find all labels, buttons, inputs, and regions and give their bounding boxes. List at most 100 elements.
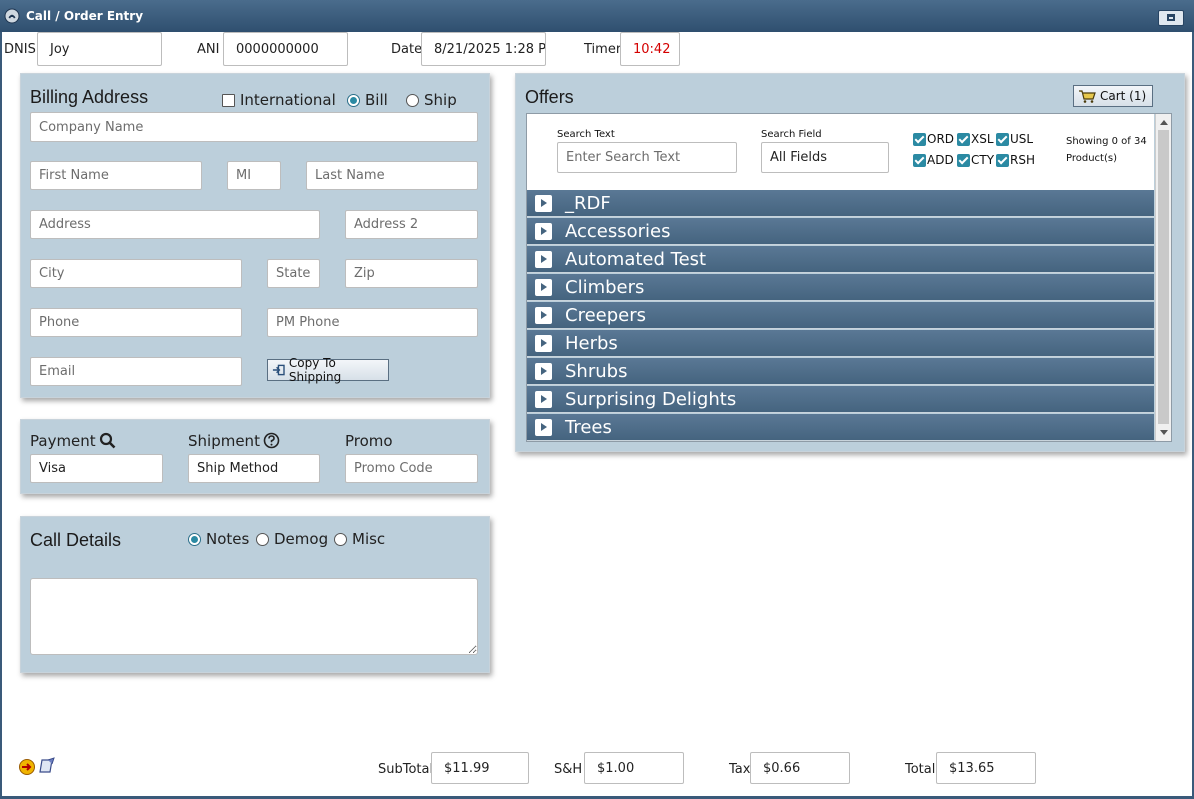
pm-phone-input[interactable]: [267, 308, 478, 337]
email-input[interactable]: [30, 357, 242, 386]
search-icon[interactable]: [99, 432, 116, 449]
demog-radio[interactable]: Demog: [256, 530, 328, 548]
checkbox-checked[interactable]: [996, 132, 1009, 146]
expand-arrow-icon[interactable]: [535, 335, 552, 352]
radio-unselected[interactable]: [406, 93, 419, 107]
search-text-input[interactable]: [557, 142, 737, 173]
expand-arrow-icon[interactable]: [535, 279, 552, 296]
offers-scrollbar[interactable]: [1155, 114, 1171, 441]
company-name-input[interactable]: [30, 112, 478, 142]
call-details-title: Call Details: [30, 530, 122, 550]
category-row-creepers[interactable]: Creepers: [527, 302, 1154, 329]
category-row-climbers[interactable]: Climbers: [527, 274, 1154, 301]
misc-radio[interactable]: Misc: [334, 530, 385, 548]
filter-add-label: ADD: [927, 153, 954, 167]
ani-field[interactable]: 0000000000: [223, 32, 348, 66]
showing-count-line2: Product(s): [1066, 153, 1117, 164]
filter-cty-checkbox[interactable]: CTY: [957, 153, 994, 167]
city-input[interactable]: [30, 259, 242, 288]
copy-to-shipping-label: Copy To Shipping: [288, 356, 342, 384]
ani-label: ANI: [197, 42, 220, 57]
promo-code-input[interactable]: [345, 454, 478, 483]
cart-button[interactable]: Cart (1): [1073, 85, 1153, 107]
exit-icon[interactable]: [18, 758, 36, 776]
category-row-rdf[interactable]: _RDF: [527, 190, 1154, 217]
sh-label: S&H: [554, 762, 583, 777]
date-label: Date: [391, 42, 423, 57]
filter-ord-checkbox[interactable]: ORD: [913, 132, 954, 146]
phone-input[interactable]: [30, 308, 242, 337]
radio-selected[interactable]: [188, 532, 201, 546]
category-label: Climbers: [565, 277, 645, 298]
call-notes-textarea[interactable]: [30, 578, 478, 655]
filter-xsl-checkbox[interactable]: XSL: [957, 132, 994, 146]
notes-radio[interactable]: Notes: [188, 530, 249, 548]
radio-unselected[interactable]: [256, 532, 269, 546]
timer-label: Timer: [584, 42, 622, 57]
category-row-trees[interactable]: Trees: [527, 414, 1154, 441]
expand-arrow-icon[interactable]: [535, 391, 552, 408]
demog-label: Demog: [274, 530, 329, 548]
bill-radio[interactable]: Bill: [347, 91, 388, 109]
search-field-label: Search Field: [761, 129, 822, 140]
mi-input[interactable]: [227, 161, 281, 190]
filter-rsh-checkbox[interactable]: RSH: [996, 153, 1035, 167]
offers-title: Offers: [525, 87, 574, 107]
category-row-automated-test[interactable]: Automated Test: [527, 246, 1154, 273]
ship-method-field[interactable]: Ship Method: [188, 454, 320, 483]
expand-arrow-icon[interactable]: [535, 195, 552, 212]
dnis-field[interactable]: Joy: [37, 32, 162, 66]
zip-input[interactable]: [345, 259, 478, 288]
search-field-select[interactable]: All Fields: [761, 142, 889, 173]
state-input[interactable]: [267, 259, 320, 288]
total-value: $13.65: [949, 760, 995, 776]
checkbox-checked[interactable]: [996, 153, 1009, 167]
international-checkbox[interactable]: International: [222, 91, 336, 109]
timer-value: 10:42: [633, 41, 671, 57]
filter-xsl-label: XSL: [971, 132, 994, 146]
copy-to-shipping-button[interactable]: Copy To Shipping: [267, 356, 389, 384]
search-field-value: All Fields: [770, 150, 828, 165]
scroll-down-icon[interactable]: [1159, 429, 1169, 437]
category-label: Trees: [565, 417, 612, 438]
scrollbar-thumb[interactable]: [1158, 130, 1169, 424]
checkbox-checked[interactable]: [957, 153, 970, 167]
dnis-value: Joy: [50, 41, 70, 57]
filter-add-checkbox[interactable]: ADD: [913, 153, 954, 167]
address-input[interactable]: [30, 210, 320, 239]
window-frame-left: [0, 32, 2, 799]
expand-arrow-icon[interactable]: [535, 363, 552, 380]
category-row-accessories[interactable]: Accessories: [527, 218, 1154, 245]
scroll-up-icon[interactable]: [1159, 118, 1169, 126]
filter-usl-checkbox[interactable]: USL: [996, 132, 1033, 146]
category-label: Herbs: [565, 333, 618, 354]
title-bar: Call / Order Entry: [0, 0, 1194, 32]
help-icon[interactable]: [263, 432, 280, 449]
first-name-input[interactable]: [30, 161, 202, 190]
total-label: Total: [905, 762, 936, 777]
checkbox-checked[interactable]: [913, 153, 926, 167]
expand-arrow-icon[interactable]: [535, 307, 552, 324]
expand-arrow-icon[interactable]: [535, 223, 552, 240]
maximize-button[interactable]: [1158, 10, 1184, 26]
category-row-herbs[interactable]: Herbs: [527, 330, 1154, 357]
checkbox-box[interactable]: [222, 93, 235, 107]
script-icon[interactable]: [38, 757, 56, 775]
radio-unselected[interactable]: [334, 532, 347, 546]
last-name-input[interactable]: [306, 161, 478, 190]
date-field[interactable]: 8/21/2025 1:28 P: [421, 32, 546, 66]
category-label: Automated Test: [565, 249, 707, 270]
showing-count-line1: Showing 0 of 34: [1066, 136, 1147, 147]
address-2-input[interactable]: [345, 210, 478, 239]
tax-value: $0.66: [763, 760, 801, 776]
expand-arrow-icon[interactable]: [535, 251, 552, 268]
sh-value: $1.00: [597, 760, 635, 776]
checkbox-checked[interactable]: [957, 132, 970, 146]
radio-selected[interactable]: [347, 93, 360, 107]
category-row-shrubs[interactable]: Shrubs: [527, 358, 1154, 385]
category-row-surprising-delights[interactable]: Surprising Delights: [527, 386, 1154, 413]
payment-method-field[interactable]: Visa: [30, 454, 163, 483]
checkbox-checked[interactable]: [913, 132, 926, 146]
ship-radio[interactable]: Ship: [406, 91, 457, 109]
expand-arrow-icon[interactable]: [535, 419, 552, 436]
